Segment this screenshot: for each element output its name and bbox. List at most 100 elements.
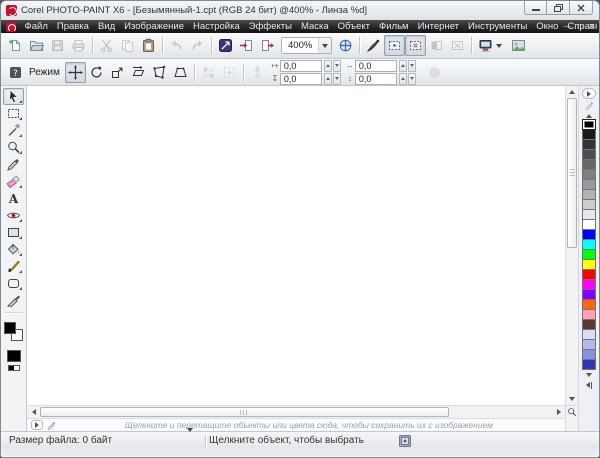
anchor-pin-icon	[250, 65, 265, 80]
scroll-down-button[interactable]	[566, 393, 578, 405]
menu-item-adjust[interactable]: Настройка	[188, 21, 244, 32]
pick-color-eyedropper-icon[interactable]	[46, 420, 57, 431]
copy-pages-icon	[120, 38, 135, 53]
size-width-field[interactable]: 0,0	[354, 59, 397, 72]
restore-button[interactable]	[547, 1, 570, 15]
mode-position-button[interactable]	[64, 61, 86, 83]
caption-buttons	[524, 1, 593, 15]
position-y-field[interactable]: 0,0	[279, 72, 322, 85]
palette-eyedropper-button	[584, 99, 595, 111]
corel-app-icon	[6, 5, 17, 16]
scroll-up-button[interactable]	[566, 86, 578, 98]
search-content-button[interactable]	[215, 35, 236, 56]
horizontal-scroll-thumb[interactable]	[40, 407, 449, 417]
horizontal-scrollbar[interactable]	[27, 405, 565, 418]
rectangle-mask-tool[interactable]	[3, 105, 24, 122]
vertical-scrollbar[interactable]	[566, 98, 578, 393]
open-button[interactable]	[26, 35, 47, 56]
fill-type-indicator[interactable]	[7, 365, 20, 371]
menu-item-file[interactable]: Файл	[20, 21, 52, 32]
zoom-tool[interactable]	[3, 139, 24, 156]
image-knife-tool[interactable]	[3, 292, 24, 309]
menu-item-effects[interactable]: Эффекты	[244, 21, 296, 32]
mode-distort-button[interactable]	[149, 62, 170, 83]
new-button[interactable]	[5, 35, 26, 56]
menu-item-window[interactable]: Окно	[532, 21, 563, 32]
status-panel-dropdown[interactable]	[187, 427, 193, 450]
navigator-button[interactable]	[566, 405, 578, 418]
eyedropper-tool[interactable]	[3, 156, 24, 173]
size-height-icon: ↕	[347, 74, 352, 83]
mode-rotate-button[interactable]	[86, 62, 107, 83]
doc-restore-icon[interactable]: □	[577, 22, 582, 31]
fill-tool[interactable]	[3, 241, 24, 258]
rectangle-tool[interactable]	[3, 224, 24, 241]
size-width-spinner[interactable]	[398, 59, 416, 72]
doc-close-icon[interactable]: ✕	[588, 22, 595, 31]
help-button[interactable]: ?	[5, 62, 26, 83]
connect-icon	[218, 38, 233, 53]
mode-skew-button[interactable]	[128, 62, 149, 83]
image-palette-flyout-button[interactable]	[31, 420, 43, 430]
size-height-field[interactable]: 0,0	[354, 72, 397, 85]
eraser-tool[interactable]	[3, 173, 24, 190]
show-object-marquee-button[interactable]	[405, 35, 427, 56]
menu-item-movie[interactable]: Фильм	[375, 21, 414, 32]
shape-tool[interactable]	[3, 275, 24, 292]
mode-scale-button[interactable]	[107, 62, 128, 83]
toolbar-separator	[471, 37, 473, 54]
scroll-right-button[interactable]	[552, 406, 565, 418]
paint-tool[interactable]	[3, 258, 24, 275]
mode-skew-icon	[131, 65, 146, 80]
menu-item-mask[interactable]: Маска	[296, 21, 333, 32]
text-tool[interactable]: A	[3, 190, 24, 207]
pick-tool[interactable]	[3, 88, 24, 105]
palette-swatches	[582, 119, 596, 370]
menu-item-internet[interactable]: Интернет	[413, 21, 463, 32]
position-x-spinner[interactable]	[323, 59, 341, 72]
show-mask-marquee-button[interactable]	[384, 35, 406, 56]
palette-swatch[interactable]	[582, 119, 596, 130]
palette-expand-button[interactable]	[585, 379, 593, 391]
export-button[interactable]	[257, 35, 278, 56]
full-screen-preview-button[interactable]	[363, 35, 384, 56]
menu-item-object[interactable]: Объект	[333, 21, 374, 32]
proof-colors-button[interactable]	[475, 35, 508, 56]
proof-colors-dropdown[interactable]	[493, 36, 505, 55]
expand-left-icon	[585, 382, 590, 388]
menu-item-view[interactable]: Вид	[93, 21, 119, 32]
scissors-icon	[99, 38, 114, 53]
palette-flyout-button[interactable]	[582, 88, 596, 99]
toolbar-separator	[211, 37, 212, 54]
menu-item-tools[interactable]: Инструменты	[464, 21, 532, 32]
welcome-screen-button[interactable]	[508, 35, 529, 56]
position-x-field[interactable]: 0,0	[279, 59, 322, 72]
position-y-spinner[interactable]	[323, 72, 341, 85]
vertical-scroll-thumb[interactable]	[567, 98, 577, 248]
paste-button[interactable]	[138, 35, 159, 56]
zoom-combo-dropdown[interactable]	[318, 38, 332, 53]
tool-knife-icon	[6, 293, 21, 308]
scroll-left-button[interactable]	[27, 406, 40, 418]
minimize-icon	[531, 9, 540, 11]
mode-perspective-button[interactable]	[170, 62, 191, 83]
mask-marquee-icon	[387, 38, 402, 53]
magic-wand-mask-tool[interactable]	[3, 122, 24, 139]
palette-swatch[interactable]	[582, 359, 596, 370]
red-eye-removal-tool[interactable]	[3, 207, 24, 224]
foreground-color-swatch[interactable]	[3, 322, 16, 334]
doc-minimize-icon[interactable]: —	[563, 22, 571, 31]
canvas[interactable]	[27, 86, 565, 405]
palette-flyout-arrow-icon	[587, 90, 591, 97]
fill-color-swatch[interactable]	[6, 350, 21, 362]
size-height-spinner[interactable]	[398, 72, 416, 85]
menu-item-image[interactable]: Изображение	[120, 21, 189, 32]
close-button[interactable]	[570, 1, 593, 15]
zoom-fit-button[interactable]	[335, 35, 356, 56]
zoom-level-combo[interactable]: 400%	[281, 37, 333, 54]
palette-scroll-down-button[interactable]	[579, 370, 599, 379]
minimize-button[interactable]	[524, 1, 547, 15]
import-button[interactable]	[236, 35, 257, 56]
menu-item-edit[interactable]: Правка	[52, 21, 93, 32]
window-title: Corel PHOTO-PAINT X6 - [Безымянный-1.cpt…	[21, 5, 368, 16]
